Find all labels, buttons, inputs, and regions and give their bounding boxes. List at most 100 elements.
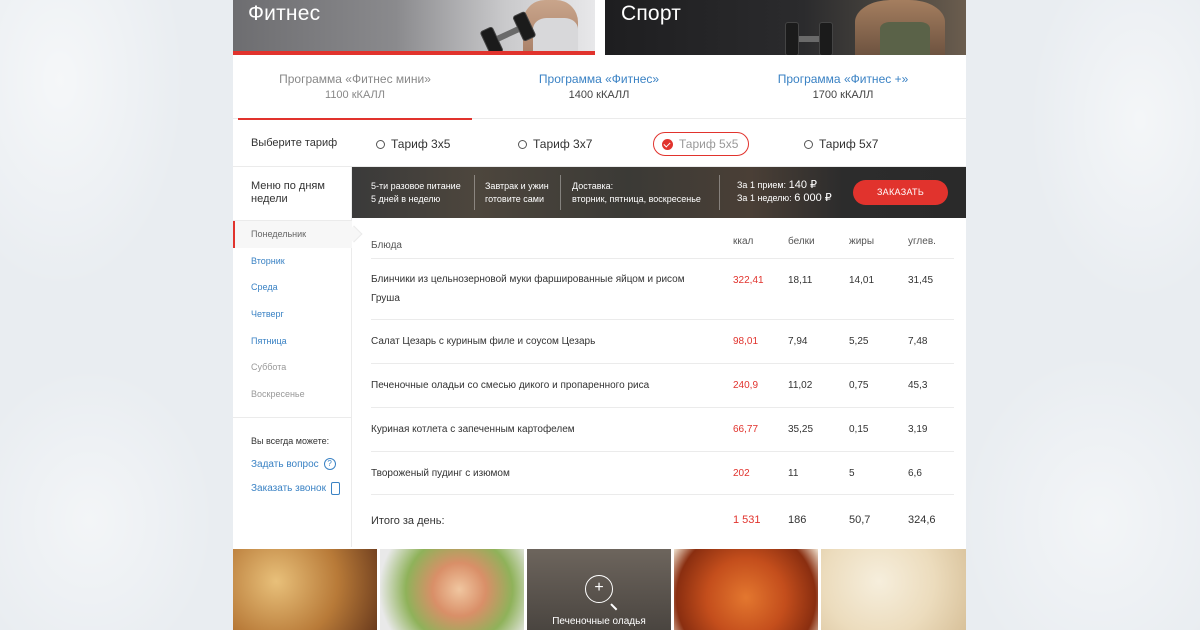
tariff-selector: Выберите тариф Тариф 3х5 Тариф 3х7 Тариф… xyxy=(233,119,966,167)
program-name: Программа «Фитнес» xyxy=(538,72,660,86)
day-item-thursday[interactable]: Четверг xyxy=(233,301,352,328)
day-item-monday[interactable]: Понедельник xyxy=(233,221,352,248)
info-meals-line1: 5-ти разовое питание xyxy=(371,181,461,191)
info-delivery-line2: вторник, пятница, воскресенье xyxy=(572,194,701,204)
always-actions: Вы всегда можете: Задать вопрос ? Заказа… xyxy=(233,417,352,495)
dish-carbs: 45,3 xyxy=(908,380,928,391)
header-carbs: углев. xyxy=(908,236,936,247)
program-tab-fitness[interactable]: Программа «Фитнес» 1400 кКАЛЛ xyxy=(477,55,721,119)
program-tab-fitness-plus[interactable]: Программа «Фитнес +» 1700 кКАЛЛ xyxy=(721,55,965,119)
dish-fat: 0,75 xyxy=(849,380,869,391)
request-call-link[interactable]: Заказать звонок xyxy=(251,482,352,495)
table-header: Блюда ккал белки жиры углев. xyxy=(371,218,954,259)
table-total-row: Итого за день: 1 531 186 50,7 324,6 xyxy=(371,495,954,545)
dish-name: Куриная котлета с запеченным картофелем xyxy=(371,424,575,435)
header-fat: жиры xyxy=(849,236,875,247)
phone-icon xyxy=(330,482,340,495)
dish-photos: Печеночные оладья xyxy=(233,549,966,630)
dish-fat: 5,25 xyxy=(849,336,869,347)
program-kcal: 1400 кКАЛЛ xyxy=(568,89,630,101)
dish-name-line: Груша xyxy=(371,293,400,304)
day-item-saturday: Суббота xyxy=(251,362,287,373)
table-row: Блинчики из цельнозерновой муки фарширов… xyxy=(371,259,954,320)
day-item-wednesday[interactable]: Среда xyxy=(233,274,352,301)
radio-icon xyxy=(518,139,527,149)
tariff-option-5x7[interactable]: Тариф 5х7 xyxy=(796,132,888,156)
program-kcal: 1700 кКАЛЛ xyxy=(812,89,874,101)
dish-kcal: 66,77 xyxy=(733,424,759,435)
day-item-sunday: Воскресенье xyxy=(251,389,305,400)
info-delivery: Доставка: вторник, пятница, воскресенье xyxy=(572,180,701,206)
fitness-woman-top xyxy=(533,18,578,55)
info-self-cook: Завтрак и ужин готовите сами xyxy=(485,180,549,206)
info-meals: 5-ти разовое питание 5 дней в неделю xyxy=(371,180,461,206)
dish-photo-liver-pancakes[interactable]: Печеночные оладья xyxy=(527,549,671,630)
tariff-option-label: Тариф 5х7 xyxy=(819,137,879,151)
day-list: Понедельник Вторник Среда Четверг Пятниц… xyxy=(233,220,352,408)
menu-table: Блюда ккал белки жиры углев. Блинчики из… xyxy=(371,218,954,545)
dish-protein: 7,94 xyxy=(788,336,808,347)
fitness-banner-title: Фитнес xyxy=(248,2,321,25)
dish-carbs: 7,48 xyxy=(908,336,928,347)
dish-photo-caesar[interactable] xyxy=(380,549,524,630)
info-self-cook-line1: Завтрак и ужин xyxy=(485,181,549,191)
info-delivery-line1: Доставка: xyxy=(572,181,614,191)
main-container: Фитнес Спорт Программа «Фитнес мини» 110… xyxy=(233,0,966,630)
ask-question-link[interactable]: Задать вопрос ? xyxy=(251,458,352,470)
day-item-tuesday[interactable]: Вторник xyxy=(233,248,352,275)
dish-name: Блинчики из цельнозерновой муки фарширов… xyxy=(371,270,711,308)
table-row: Куриная котлета с запеченным картофелем … xyxy=(371,408,954,452)
dish-name: Твороженый пудинг с изюмом xyxy=(371,468,510,479)
question-icon: ? xyxy=(323,458,336,470)
program-name: Программа «Фитнес мини» xyxy=(279,72,431,86)
info-meals-line2: 5 дней в неделю xyxy=(371,194,441,204)
program-tab-fitness-mini[interactable]: Программа «Фитнес мини» 1100 кКАЛЛ xyxy=(233,55,477,120)
dish-name: Салат Цезарь с куриным филе и соусом Цез… xyxy=(371,336,596,347)
dish-fat: 0,15 xyxy=(849,424,869,435)
dish-fat: 14,01 xyxy=(849,275,875,286)
dish-kcal: 98,01 xyxy=(733,336,759,347)
tariff-option-label: Тариф 5х5 xyxy=(679,137,739,151)
dish-photo-crepes[interactable] xyxy=(233,549,377,630)
tariff-option-3x7[interactable]: Тариф 3х7 xyxy=(510,132,602,156)
header-kcal: ккал xyxy=(733,236,754,247)
tariff-label: Выберите тариф xyxy=(251,137,338,149)
dish-name-line: Блинчики из цельнозерновой муки фарширов… xyxy=(371,274,685,285)
sidebar: Меню по дням недели Понедельник Вторник … xyxy=(233,167,352,547)
dish-kcal: 202 xyxy=(733,468,750,479)
dumbbell-icon xyxy=(785,22,833,55)
tariff-option-label: Тариф 3х7 xyxy=(533,137,593,151)
zoom-icon xyxy=(585,575,613,603)
tariff-info-bar: 5-ти разовое питание 5 дней в неделю Зав… xyxy=(352,167,966,218)
tariff-option-3x5[interactable]: Тариф 3х5 xyxy=(368,132,460,156)
sport-banner-title: Спорт xyxy=(621,2,682,25)
radio-icon xyxy=(376,139,385,149)
dish-name: Печеночные оладьи со смесью дикого и про… xyxy=(371,380,650,391)
dish-protein: 11,02 xyxy=(788,380,813,391)
fitness-banner[interactable]: Фитнес xyxy=(233,0,595,55)
info-divider xyxy=(474,175,475,210)
total-kcal: 1 531 xyxy=(733,514,761,526)
total-protein: 186 xyxy=(788,514,807,526)
table-row: Салат Цезарь с куриным филе и соусом Цез… xyxy=(371,320,954,364)
dish-photo-pudding[interactable] xyxy=(821,549,966,630)
total-carbs: 324,6 xyxy=(908,514,936,526)
tariff-option-5x5[interactable]: Тариф 5х5 xyxy=(653,132,750,156)
price-per-meal-value: 140 ₽ xyxy=(788,179,817,191)
dish-protein: 35,25 xyxy=(788,424,814,435)
day-item-friday[interactable]: Пятница xyxy=(233,328,352,355)
dish-photo-potato[interactable] xyxy=(674,549,818,630)
price-per-week: За 1 неделю: 6 000 ₽ xyxy=(737,192,832,205)
sport-banner[interactable]: Спорт xyxy=(605,0,966,55)
order-button[interactable]: ЗАКАЗАТЬ xyxy=(853,180,948,205)
header-protein: белки xyxy=(788,236,815,247)
always-title: Вы всегда можете: xyxy=(251,436,330,446)
dish-protein: 18,11 xyxy=(788,275,813,286)
program-name: Программа «Фитнес +» xyxy=(777,72,909,86)
price-per-meal: За 1 прием: 140 ₽ xyxy=(737,179,832,192)
price-per-meal-label: За 1 прием: xyxy=(737,180,787,190)
total-fat: 50,7 xyxy=(849,514,871,526)
radio-icon xyxy=(804,139,813,149)
info-self-cook-line2: готовите сами xyxy=(485,194,544,204)
info-divider xyxy=(719,175,720,210)
